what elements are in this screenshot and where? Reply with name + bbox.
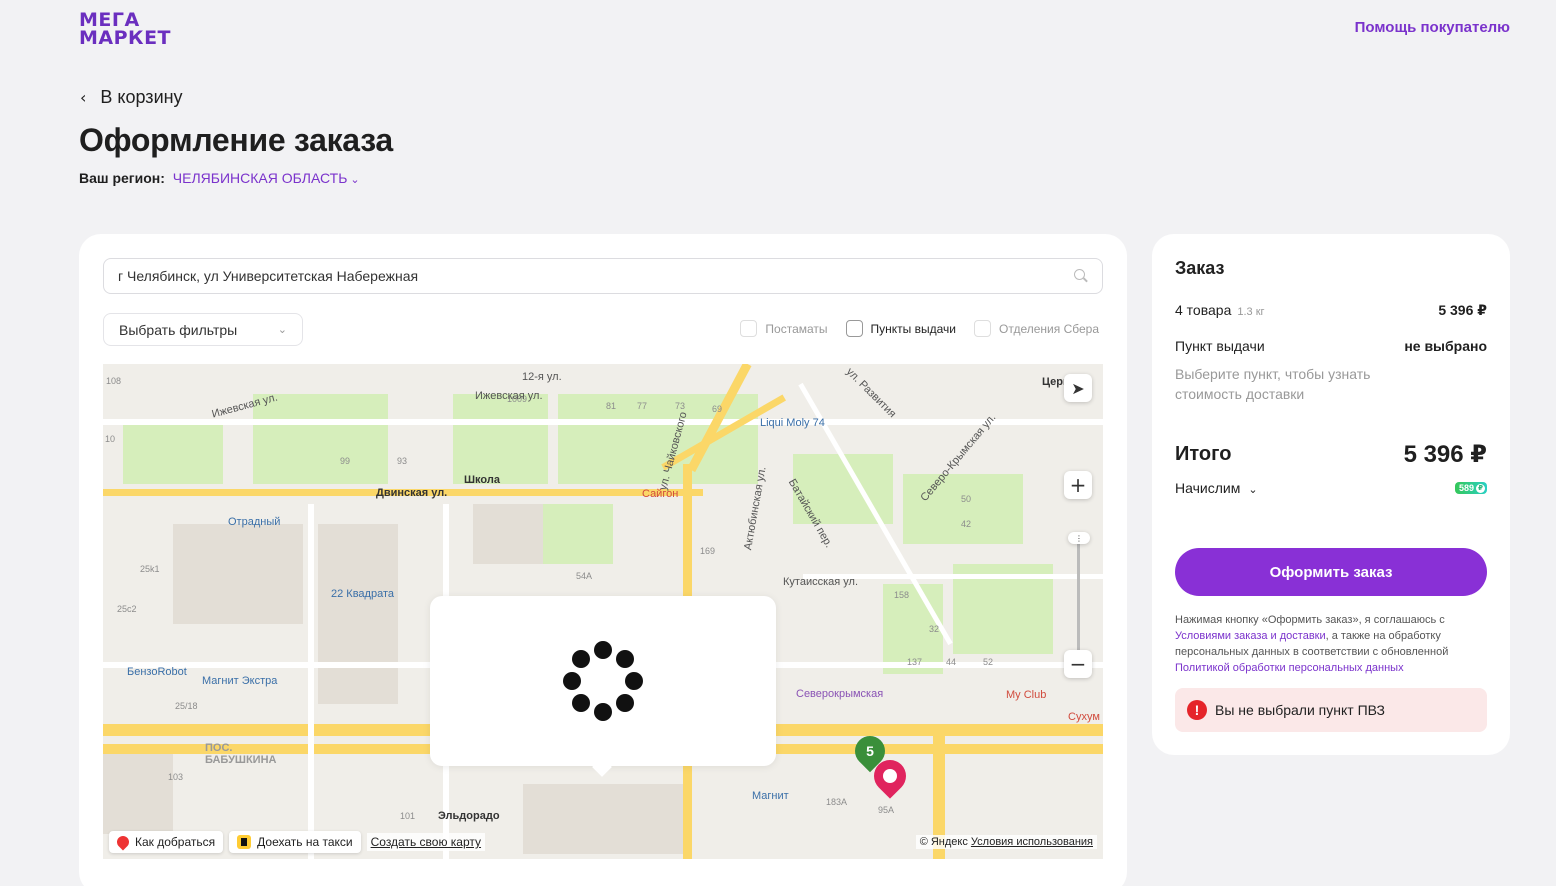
chevron-down-icon: ⌄: [1248, 483, 1258, 496]
checkbox-pickup-points[interactable]: Пункты выдачи: [845, 320, 956, 337]
help-link[interactable]: Помощь покупателю: [1355, 19, 1510, 36]
checkbox-postamaty[interactable]: Постаматы: [740, 320, 828, 337]
taxi-icon: [237, 835, 252, 849]
loading-spinner-icon: [563, 641, 643, 721]
loading-popup: [430, 596, 776, 766]
search-icon[interactable]: [1074, 269, 1088, 283]
chevron-down-icon: ⌄: [350, 173, 360, 186]
poi-eldorado: Эльдорадо: [438, 810, 500, 822]
poi-22-kvadrata: 22 Квадрата: [331, 588, 394, 600]
poi-magnit: Магнит: [752, 790, 789, 802]
items-row: 4 товара 1.3 кг 5 396 ₽: [1175, 302, 1487, 318]
place-order-button[interactable]: Оформить заказ: [1175, 548, 1487, 596]
back-to-cart-link[interactable]: ‹ В корзину: [80, 87, 183, 108]
pickup-hint: Выберите пункт, чтобы узнать стоимость д…: [1175, 366, 1371, 402]
total-row: Итого 5 396 ₽: [1175, 441, 1487, 468]
region-value[interactable]: ЧЕЛЯБИНСКАЯ ОБЛАСТЬ ⌄: [173, 170, 360, 186]
order-terms-link[interactable]: Условиями заказа и доставки: [1175, 630, 1326, 642]
zoom-slider[interactable]: [1077, 536, 1080, 664]
pickup-status: не выбрано: [1404, 338, 1487, 354]
items-price: 5 396 ₽: [1438, 302, 1487, 318]
poi-school: Школа: [464, 474, 500, 486]
map-attribution: © Яндекс Условия использования: [915, 835, 1097, 849]
no-pickup-alert: ! Вы не выбрали пункт ПВЗ: [1175, 688, 1487, 732]
total-value: 5 396 ₽: [1403, 441, 1487, 468]
bonus-row: Начислим ⌄ 589 ₽: [1175, 480, 1487, 496]
error-icon: !: [1187, 700, 1207, 720]
bonus-coin-icon: ₽: [1476, 483, 1485, 493]
bonus-badge: 589 ₽: [1454, 482, 1487, 494]
page-title: Оформление заказа: [79, 122, 393, 158]
locate-me-icon[interactable]: ➤: [1064, 374, 1092, 402]
pickup-row: Пункт выдачи не выбрано: [1175, 338, 1487, 354]
create-map-link[interactable]: Создать свою карту: [366, 833, 486, 851]
zoom-in-button[interactable]: +: [1064, 471, 1092, 499]
filters-dropdown[interactable]: Выбрать фильтры ⌄: [103, 313, 303, 346]
zoom-handle[interactable]: ⋮: [1068, 532, 1090, 544]
bonus-toggle[interactable]: Начислим ⌄: [1175, 480, 1258, 496]
poi-benzorobot: БензоRobot: [127, 666, 187, 678]
route-button[interactable]: Как добраться: [109, 831, 224, 853]
order-summary-card: Заказ 4 товара 1.3 кг 5 396 ₽ Пункт выдач…: [1152, 234, 1510, 755]
pickup-point-icon: [883, 769, 897, 783]
taxi-button[interactable]: Доехать на такси: [229, 831, 361, 853]
map-pin-icon: [114, 833, 132, 851]
poi-otradny: Отрадный: [228, 516, 281, 528]
pickup-type-filters: Постаматы Пункты выдачи Отделения Сбера: [740, 320, 1099, 337]
poi-my-club: My Club: [1006, 689, 1047, 701]
pickup-card: г Челябинск, ул Университетская Набережн…: [79, 234, 1127, 886]
poi-saigon: Сайгон: [642, 488, 679, 500]
megamarket-logo[interactable]: МЕГА МАРКЕТ: [79, 11, 171, 48]
pickup-map[interactable]: 108 10 99 93 1009 81 77 73 69 50 42 158 …: [103, 364, 1103, 859]
poi-liqui-moly: Liqui Moly 74: [760, 417, 825, 429]
pickup-point-marker[interactable]: [867, 753, 913, 799]
zoom-out-button[interactable]: −: [1064, 650, 1092, 678]
poi-magnit-extra: Магнит Экстра: [202, 675, 278, 687]
map-footer: Как добраться Доехать на такси Создать с…: [109, 831, 486, 853]
poi-severokrymskaya: Северокрымская: [796, 688, 884, 700]
address-search-input[interactable]: г Челябинск, ул Университетская Набережн…: [103, 258, 1103, 294]
summary-title: Заказ: [1175, 258, 1225, 278]
privacy-policy-link[interactable]: Политикой обработки персональных данных: [1175, 662, 1404, 674]
chevron-down-icon: ⌄: [277, 323, 287, 336]
checkbox-sber-branches[interactable]: Отделения Сбера: [974, 320, 1099, 337]
map-terms-link[interactable]: Условия использования: [971, 836, 1093, 848]
region-selector: Ваш регион: ЧЕЛЯБИНСКАЯ ОБЛАСТЬ ⌄: [79, 170, 360, 186]
chevron-left-icon: ‹: [80, 88, 87, 107]
poi-sukhum: Сухум: [1068, 711, 1100, 723]
back-label: В корзину: [100, 87, 183, 107]
legal-text: Нажимая кнопку «Оформить заказ», я согла…: [1175, 614, 1449, 674]
